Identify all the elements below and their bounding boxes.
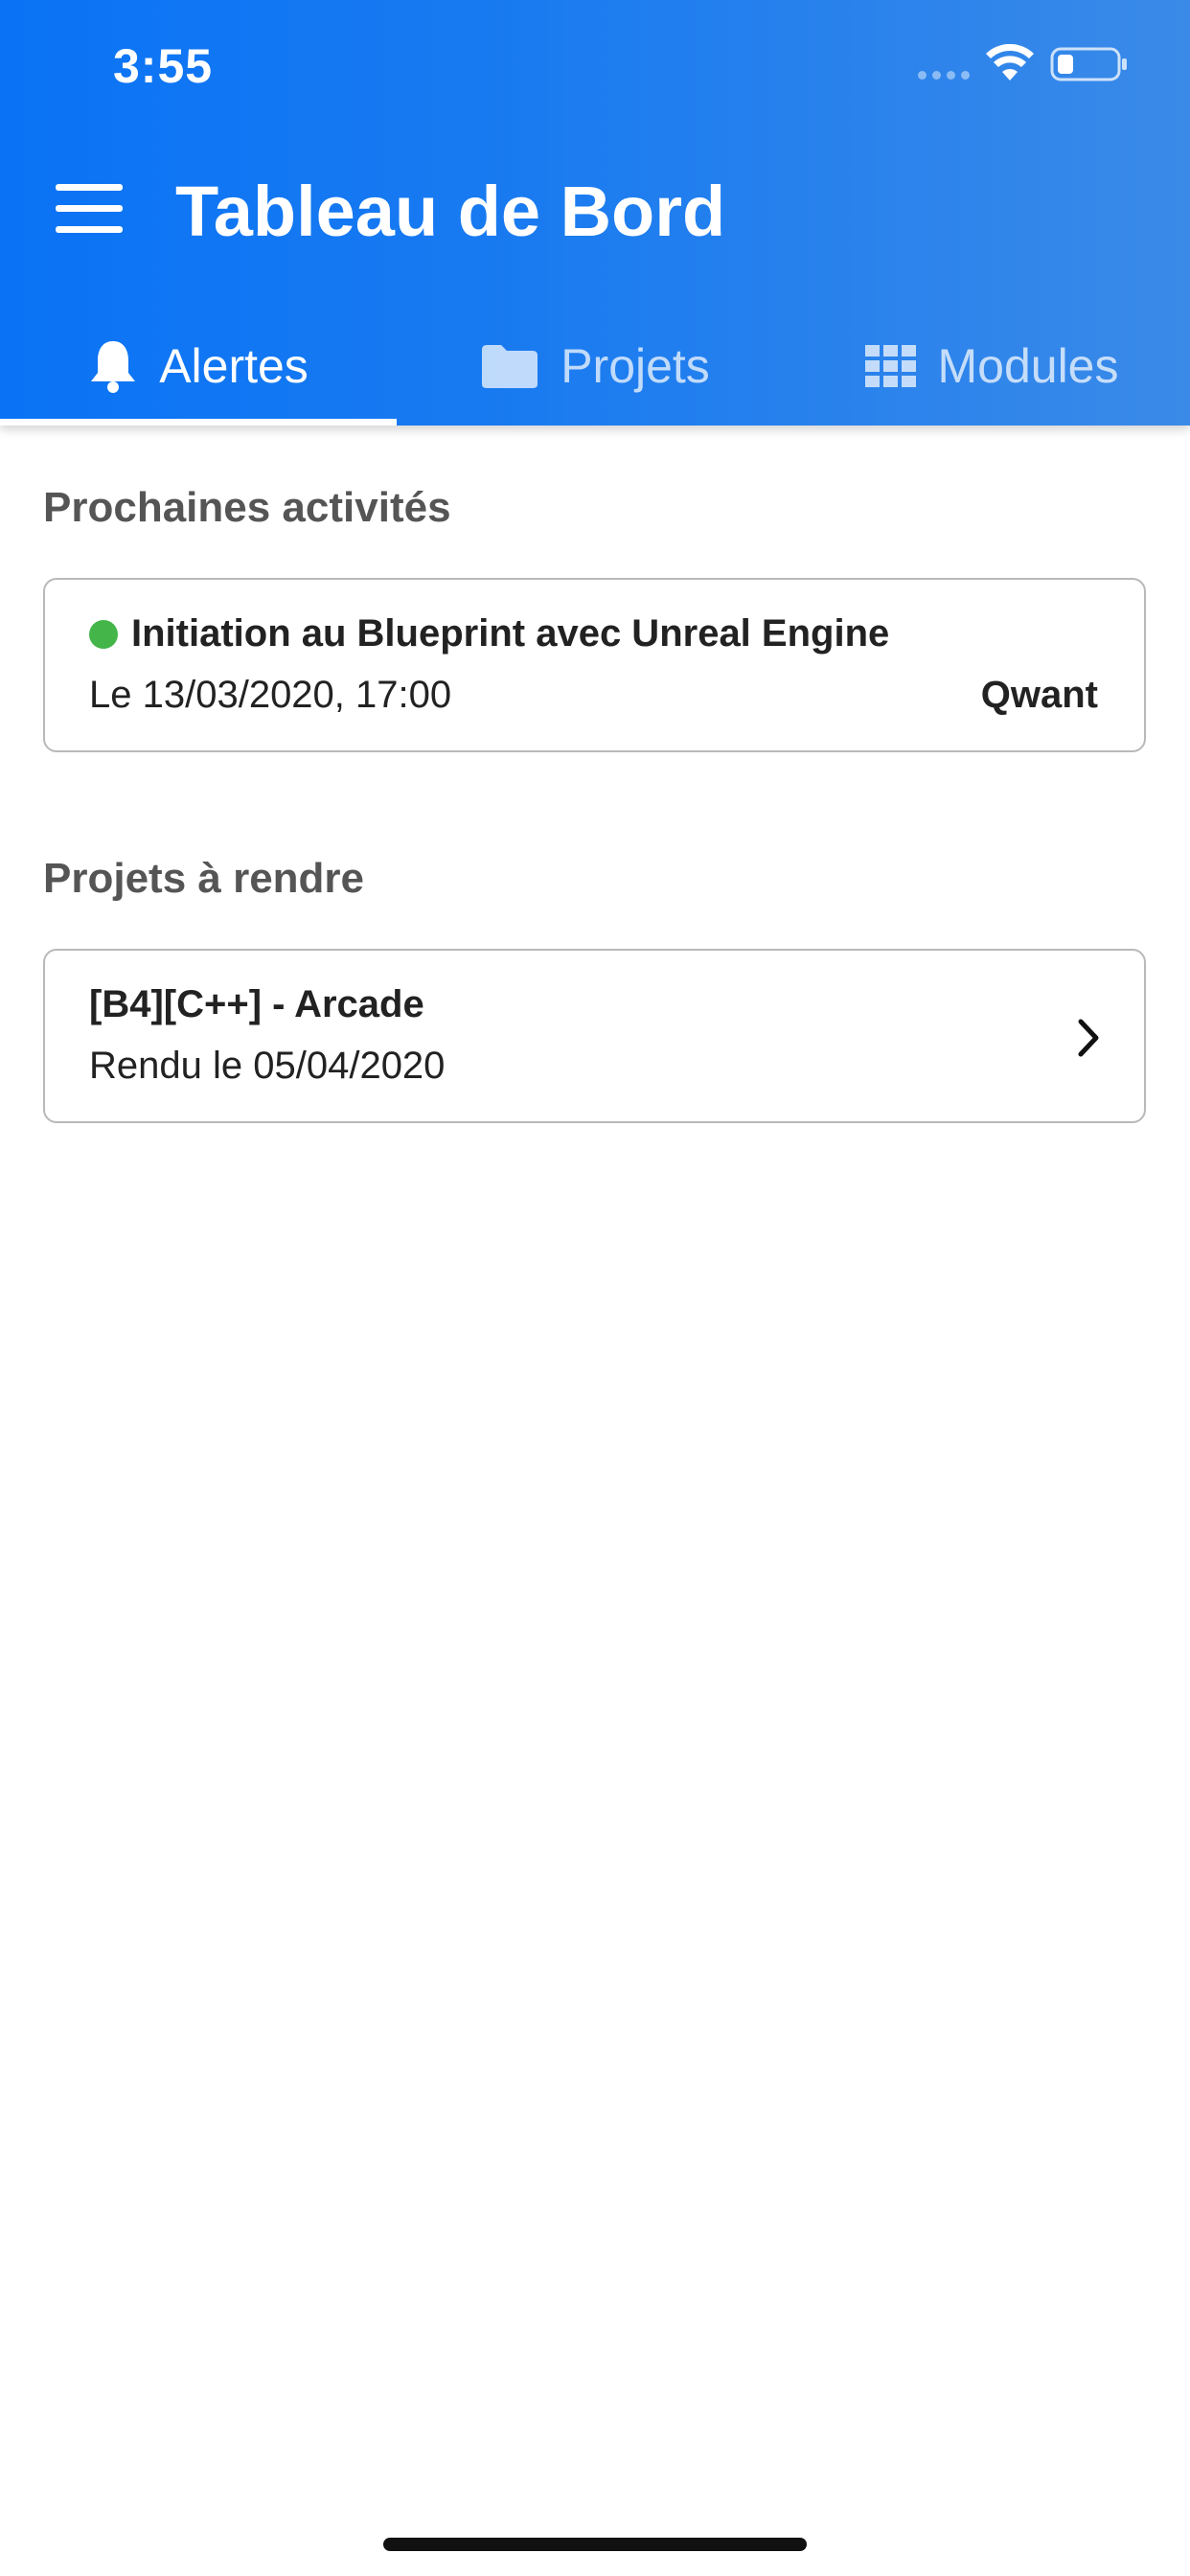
- grid-icon: [864, 345, 916, 387]
- tab-alertes[interactable]: Alertes: [0, 307, 397, 426]
- chevron-right-icon: [1078, 1019, 1099, 1057]
- tab-label-modules: Modules: [937, 339, 1119, 393]
- project-due-date: Rendu le 05/04/2020: [89, 1045, 446, 1087]
- activity-title-row: Initiation au Blueprint avec Unreal Engi…: [89, 612, 889, 656]
- app-header: 3:55 Tableau de Bord Alertes Projets Mod…: [0, 0, 1190, 426]
- tab-modules[interactable]: Modules: [793, 307, 1190, 426]
- wifi-icon: [986, 44, 1034, 80]
- activity-title: Initiation au Blueprint avec Unreal Engi…: [131, 612, 890, 655]
- cellular-signal-icon: [918, 71, 970, 80]
- page-title: Tableau de Bord: [175, 172, 726, 251]
- status-time: 3:55: [113, 39, 214, 93]
- activity-date: Le 13/03/2020, 17:00: [89, 674, 452, 716]
- home-indicator: [383, 2538, 807, 2551]
- section-title-projects: Projets à rendre: [43, 855, 365, 902]
- tab-projets[interactable]: Projets: [397, 307, 793, 426]
- hamburger-menu-icon[interactable]: [56, 184, 123, 234]
- activity-location: Qwant: [980, 674, 1098, 716]
- tab-bar: Alertes Projets Modules: [0, 307, 1190, 426]
- status-dot-icon: [89, 619, 118, 649]
- bell-icon: [91, 341, 136, 393]
- section-title-activities: Prochaines activités: [43, 484, 451, 531]
- folder-icon: [482, 345, 538, 388]
- tab-label-projets: Projets: [561, 339, 710, 393]
- tab-label-alertes: Alertes: [159, 339, 309, 393]
- active-tab-indicator: [0, 419, 397, 426]
- project-card[interactable]: [B4][C++] - Arcade Rendu le 05/04/2020: [43, 949, 1146, 1123]
- activity-card[interactable]: Initiation au Blueprint avec Unreal Engi…: [43, 578, 1146, 752]
- battery-icon: [1050, 47, 1127, 81]
- project-title: [B4][C++] - Arcade: [89, 983, 424, 1025]
